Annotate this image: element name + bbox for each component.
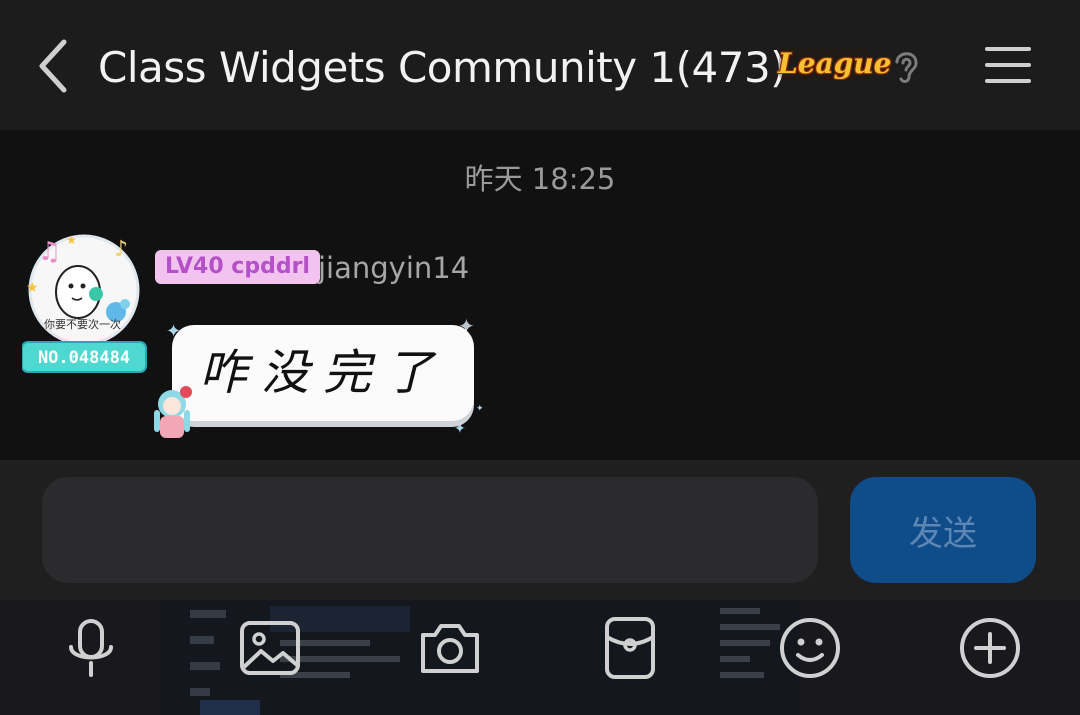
plus-icon[interactable] [957, 615, 1023, 681]
message-timestamp: 昨天 18:25 [464, 162, 616, 196]
message-input[interactable] [42, 477, 818, 583]
message-bubble[interactable]: 咋没完了 [172, 325, 474, 421]
bottom-toolbar [0, 600, 1080, 715]
avatar-number: NO.048484 [38, 348, 130, 368]
send-button[interactable]: 发送 [850, 477, 1036, 583]
header-bar: Class Widgets Community 1(473) League [0, 0, 1080, 130]
message-text: 咋没完了 [198, 345, 447, 401]
svg-text:✦: ✦ [454, 421, 466, 437]
sender-name[interactable]: jiangyin14 [318, 248, 469, 288]
svg-text:★: ★ [26, 280, 39, 296]
back-icon[interactable] [32, 36, 76, 96]
league-badge[interactable]: League [778, 44, 892, 84]
red-packet-icon[interactable] [597, 615, 663, 681]
sender-avatar[interactable]: ♫ ♪ ★ ★ 你要不要次一次 NO.048484 [21, 230, 148, 375]
avatar-caption: 你要不要次一次 [44, 317, 121, 331]
chat-message-area[interactable]: 昨天 18:25 ♫ ♪ ★ ★ 你要不要次一次 NO.048484 LV40 … [0, 130, 1080, 460]
bubble-character-sticker [142, 380, 202, 446]
menu-icon[interactable] [984, 44, 1032, 86]
league-badge-text: League [778, 47, 892, 80]
svg-text:✦: ✦ [476, 404, 484, 414]
svg-text:♪: ♪ [114, 237, 128, 262]
ear-icon[interactable] [890, 46, 922, 86]
image-icon[interactable] [237, 615, 303, 681]
emoji-icon[interactable] [777, 615, 843, 681]
microphone-icon[interactable] [58, 615, 124, 681]
svg-text:♫: ♫ [38, 237, 61, 267]
level-badge: LV40 cpddrl [155, 250, 320, 284]
svg-text:★: ★ [66, 233, 77, 247]
camera-icon[interactable] [417, 615, 483, 681]
composer-bar: 发送 [0, 460, 1080, 600]
chat-title[interactable]: Class Widgets Community 1(473) [98, 38, 787, 98]
